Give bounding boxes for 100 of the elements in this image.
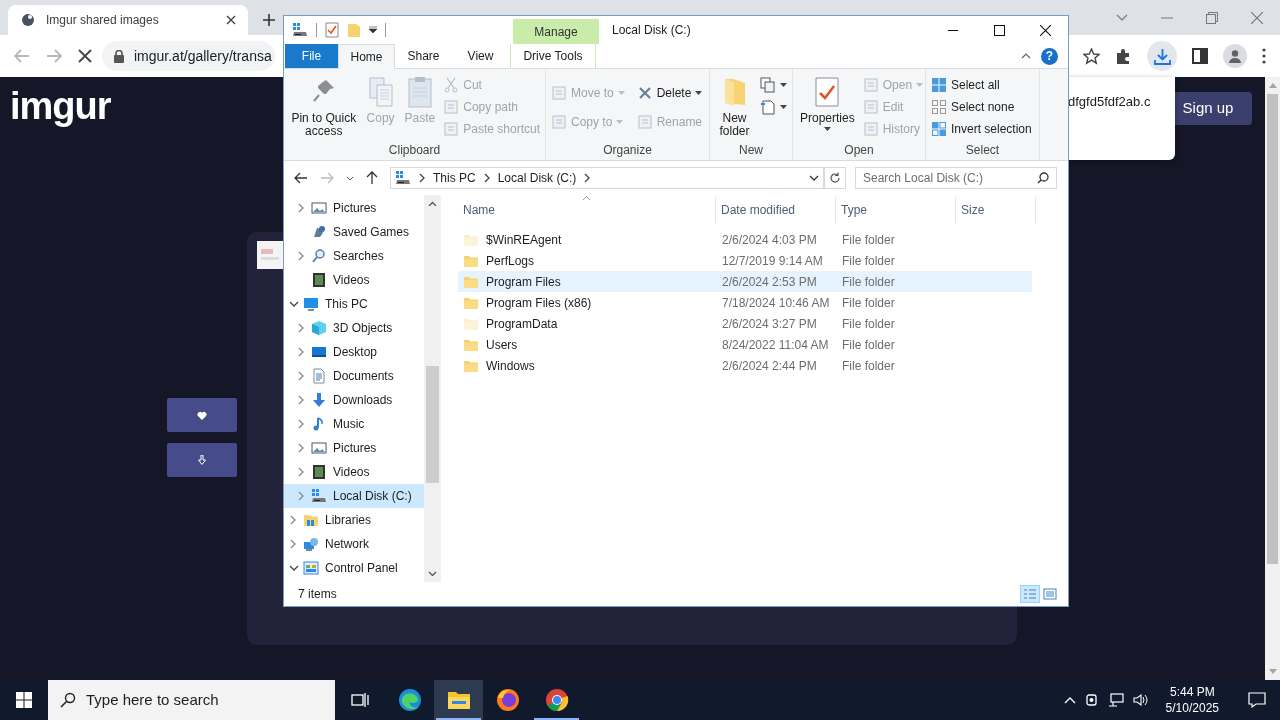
help-button[interactable]: ? <box>1041 47 1058 65</box>
restore-icon[interactable] <box>1206 11 1218 24</box>
date-modified: 2/6/2024 2:44 PM <box>722 357 818 375</box>
search-field[interactable]: Search Local Disk (C:) <box>855 167 1057 189</box>
search-field[interactable]: Type here to search <box>48 680 335 720</box>
file-name: Program Files <box>486 273 561 291</box>
up-icon[interactable] <box>366 171 378 185</box>
chevron-down-icon[interactable] <box>289 300 299 308</box>
camera-icon[interactable] <box>1084 693 1099 707</box>
breadcrumb[interactable]: Local Disk (C:) <box>497 169 577 187</box>
nav-item[interactable]: Libraries <box>284 508 424 532</box>
notifications-icon[interactable] <box>1248 692 1266 708</box>
group-label: Organize <box>602 142 653 159</box>
star-icon[interactable] <box>1083 47 1100 65</box>
file-row[interactable]: ProgramData 2/6/2024 3:27 PM File folder <box>458 313 1032 334</box>
nav-item[interactable]: Pictures <box>284 436 424 460</box>
address-bar[interactable]: imgur.at/gallery/transa <box>102 41 275 71</box>
ribbon-button[interactable]: Select none <box>929 96 1034 118</box>
nav-item[interactable]: Control Panel <box>284 556 424 580</box>
file-type: File folder <box>842 231 896 249</box>
scrollbar-thumb[interactable] <box>1267 94 1278 564</box>
chevron-down-icon[interactable] <box>289 564 299 572</box>
volume-icon[interactable] <box>1132 693 1149 707</box>
clipboard-icon <box>407 76 432 108</box>
properties-icon[interactable] <box>325 22 339 38</box>
address-bar[interactable]: This PC Local Disk (C:) <box>390 167 824 189</box>
taskbar-app-button[interactable] <box>434 680 483 720</box>
nav-item[interactable]: Pictures <box>284 196 424 220</box>
column-header[interactable]: Name <box>458 197 716 223</box>
ribbon-button[interactable]: New folder <box>713 72 756 138</box>
profile-avatar[interactable] <box>1223 44 1247 68</box>
ribbon-tab[interactable]: File <box>285 44 338 68</box>
nav-item[interactable]: Documents <box>284 364 424 388</box>
ribbon-button[interactable]: Select all <box>929 74 1034 96</box>
network-icon[interactable] <box>1107 693 1124 707</box>
recent-caret-icon[interactable] <box>346 175 354 181</box>
customize-caret-icon[interactable] <box>369 26 377 34</box>
file-row[interactable]: Users 8/24/2022 11:04 AM File folder <box>458 334 1032 355</box>
file-row[interactable]: PerfLogs 12/7/2019 9:14 AM File folder <box>458 250 1032 271</box>
nav-item[interactable]: Videos <box>284 460 424 484</box>
history-caret-icon[interactable] <box>809 175 819 181</box>
person-icon <box>1228 49 1242 63</box>
close-icon <box>1039 24 1051 36</box>
game-piece-icon <box>311 224 327 240</box>
scrollbar-thumb[interactable] <box>426 366 439 483</box>
nav-item[interactable]: Downloads <box>284 388 424 412</box>
ribbon-button[interactable]: Invert selection <box>929 118 1034 140</box>
ribbon-button[interactable] <box>758 74 789 96</box>
tab-search-caret-icon[interactable] <box>1116 13 1128 22</box>
nav-item[interactable]: Desktop <box>284 340 424 364</box>
minimize-icon <box>948 29 958 31</box>
file-name[interactable]: dfgfd5fdf2ab.c <box>1068 94 1151 109</box>
large-icons-view-icon <box>1043 588 1057 600</box>
menu-icon[interactable] <box>1262 48 1266 64</box>
chevron-right-icon[interactable] <box>583 173 592 183</box>
show-hidden-icons-icon[interactable] <box>1063 696 1076 704</box>
file-name: Windows <box>486 357 535 375</box>
browser-tab[interactable]: Imgur shared images <box>8 5 248 35</box>
ribbon-tab[interactable]: Share <box>395 44 452 68</box>
refresh-button[interactable] <box>824 167 846 189</box>
file-type: File folder <box>842 273 896 291</box>
nav-item[interactable]: 3D Objects <box>284 316 424 340</box>
puzzle-icon[interactable] <box>1115 47 1132 65</box>
imgur-logo[interactable]: imgur <box>10 83 111 129</box>
ribbon-tab[interactable]: View <box>452 44 509 68</box>
nav-item[interactable]: Network <box>284 532 424 556</box>
stop-icon[interactable] <box>78 49 92 63</box>
nav-item[interactable]: This PC <box>284 292 424 316</box>
new-tab-icon[interactable] <box>262 13 276 27</box>
chevron-right-icon[interactable] <box>418 173 426 183</box>
download-button[interactable] <box>1147 41 1177 71</box>
film-icon <box>311 464 327 480</box>
ribbon-button[interactable]: Pin to Quick access <box>287 72 361 138</box>
side-panel-icon[interactable] <box>1192 48 1208 64</box>
scrollbar[interactable] <box>1265 77 1280 680</box>
nav-item[interactable]: Local Disk (C:) <box>284 484 424 508</box>
ribbon-tab[interactable]: Home <box>338 44 395 69</box>
column-header[interactable]: Date modified <box>716 197 836 223</box>
file-row[interactable]: Program Files (x86) 7/18/2024 10:46 AM File folder <box>458 292 1032 313</box>
nav-item[interactable]: Saved Games <box>284 220 424 244</box>
nav-item[interactable]: Searches <box>284 244 424 268</box>
chevron-right-icon[interactable] <box>482 173 491 183</box>
nav-item[interactable]: Videos <box>284 268 424 292</box>
ribbon-button[interactable]: Properties <box>796 72 859 131</box>
file-row[interactable]: Windows 2/6/2024 2:44 PM File folder <box>458 355 1032 376</box>
column-header[interactable]: Type <box>836 197 956 223</box>
ribbon-tab[interactable]: Drive Tools <box>510 44 596 68</box>
file-row[interactable]: Program Files 2/6/2024 2:53 PM File folder <box>458 271 1032 292</box>
breadcrumb[interactable]: This PC <box>433 169 476 187</box>
like-button[interactable] <box>167 398 237 432</box>
ribbon-button[interactable]: Delete <box>634 82 705 104</box>
back-icon[interactable] <box>294 172 308 184</box>
scrollbar[interactable] <box>424 195 441 582</box>
clock[interactable]: 5:44 PM 5/10/2025 <box>1157 684 1227 716</box>
column-header[interactable]: Size <box>956 197 1036 223</box>
file-name: $WinREAgent <box>486 231 562 249</box>
collapse-ribbon-icon[interactable] <box>1021 53 1031 59</box>
file-row[interactable]: $WinREAgent 2/6/2024 4:03 PM File folder <box>458 229 1032 250</box>
close-icon[interactable] <box>226 15 236 25</box>
nav-item[interactable]: Music <box>284 412 424 436</box>
